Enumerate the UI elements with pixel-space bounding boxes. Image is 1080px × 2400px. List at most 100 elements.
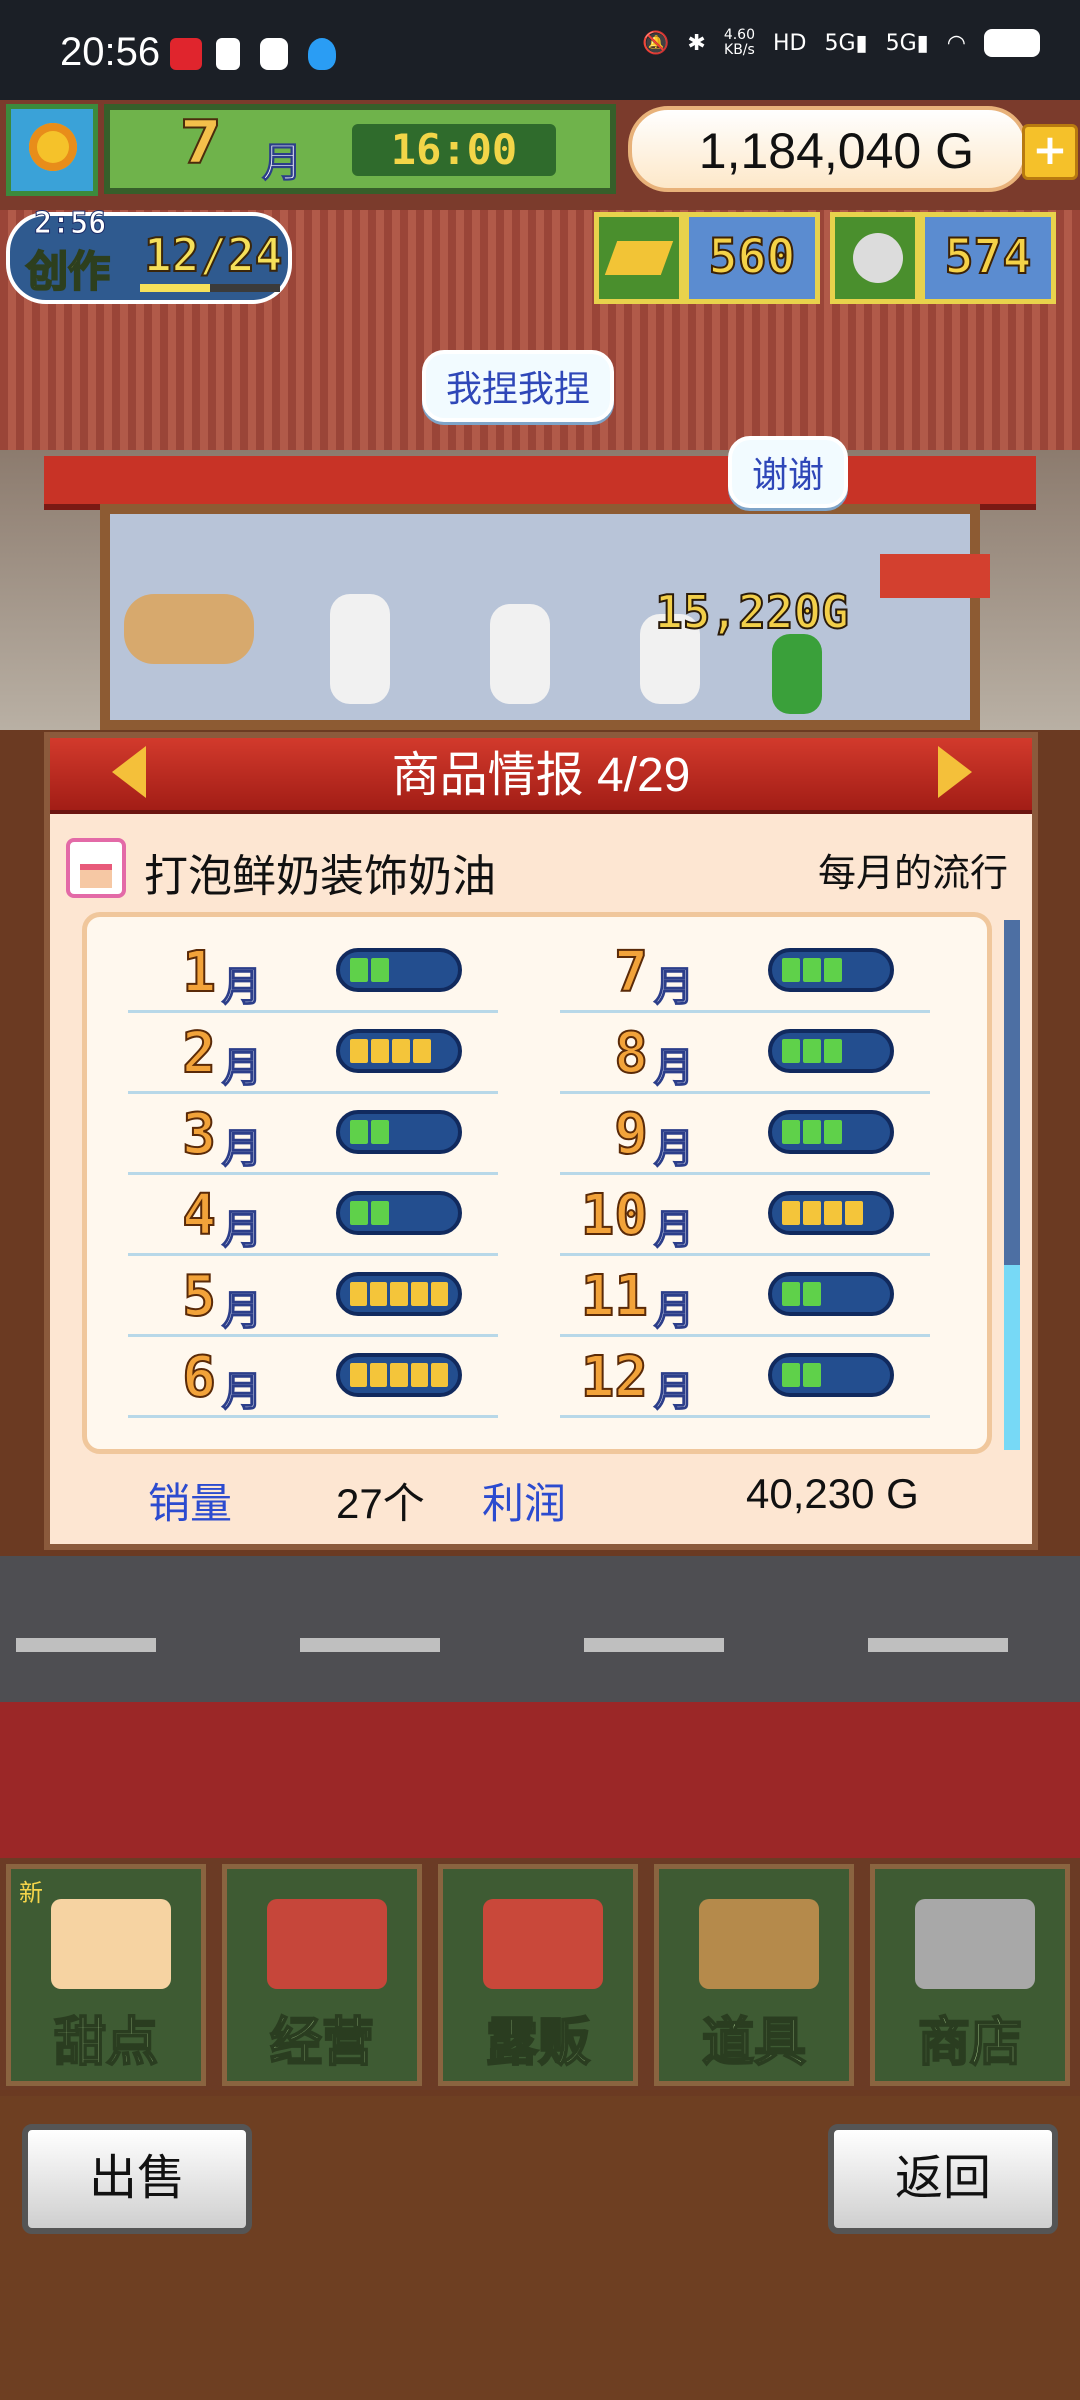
signal-5g-icon: 5G▮ (824, 30, 868, 56)
product-name: 打泡鲜奶装饰奶油 (144, 852, 496, 901)
month-number: 3 (181, 1101, 217, 1168)
current-month: 7 (179, 107, 223, 179)
popularity-segment (410, 1363, 428, 1387)
month-row: 10 月 (528, 1177, 938, 1257)
popularity-bar (768, 1353, 894, 1397)
wifi-icon: ◠ (946, 30, 966, 56)
road-dash (16, 1638, 156, 1652)
add-money-button[interactable]: + (1022, 124, 1078, 180)
back-button[interactable]: 返回 (828, 2124, 1058, 2234)
create-progress-bar (140, 284, 280, 292)
month-unit: 月 (221, 1287, 263, 1335)
month-unit: 月 (262, 140, 303, 187)
road (0, 1556, 1080, 1702)
popularity-segment (370, 1363, 388, 1387)
menu-items[interactable]: 道具 (654, 1864, 854, 2086)
popularity-bar (768, 948, 894, 992)
popularity-segment (350, 958, 368, 982)
popularity-bar (336, 948, 462, 992)
popularity-segment (392, 1039, 410, 1063)
popularity-segment (782, 1201, 800, 1225)
dialog-title: 商品情报 4/29 (391, 749, 691, 802)
popularity-segment (350, 1201, 368, 1225)
speech-bubble-2: 谢谢 (728, 436, 849, 508)
month-unit: 月 (221, 1368, 263, 1416)
popularity-segment (430, 1282, 449, 1306)
month-row: 2月 (96, 1015, 506, 1095)
menu-label: 露贩 (485, 2012, 591, 2074)
sunflower-icon[interactable] (6, 104, 98, 196)
battery-icon (984, 29, 1040, 57)
popularity-bar (768, 1272, 894, 1316)
menu-label: 商店 (917, 2012, 1023, 2074)
cake-menu-icon (51, 1899, 171, 1989)
cake-icon (66, 838, 126, 898)
popularity-segment (782, 1363, 800, 1387)
month-row: 1月 (96, 934, 506, 1014)
month-number: 6 (181, 1344, 217, 1411)
row-divider (560, 1334, 930, 1337)
menu-label: 经营 (269, 2012, 375, 2074)
popularity-segment (803, 1282, 821, 1306)
month-number: 12 (580, 1344, 649, 1411)
month-unit: 月 (653, 1125, 695, 1173)
popularity-bar (768, 1029, 894, 1073)
row-divider (560, 1091, 930, 1094)
popularity-segment (803, 1120, 821, 1144)
new-badge: 新 (19, 1879, 43, 1907)
row-divider (128, 1172, 498, 1175)
popularity-bar (336, 1110, 462, 1154)
medal-count: 574 (920, 212, 1056, 304)
menu-management[interactable]: 经营 (222, 1864, 422, 2086)
red-awning-small (880, 554, 990, 598)
row-divider (560, 1172, 930, 1175)
game-clock: 16:00 (352, 124, 556, 176)
row-divider (128, 1091, 498, 1094)
sell-button[interactable]: 出售 (22, 2124, 252, 2234)
medal-icon (830, 212, 920, 304)
chef-character-2 (490, 604, 550, 704)
row-divider (128, 1334, 498, 1337)
sales-label: 销量 (148, 1480, 233, 1527)
popularity-segment (370, 1282, 388, 1306)
popularity-segment (824, 1039, 842, 1063)
month-unit: 月 (221, 963, 263, 1011)
create-timer: 2:56 (33, 206, 107, 242)
popularity-segment (350, 1363, 368, 1387)
month-row: 3月 (96, 1096, 506, 1176)
menu-food-truck[interactable]: 露贩 (438, 1864, 638, 2086)
popularity-segment (803, 1363, 821, 1387)
next-arrow-icon[interactable] (938, 746, 972, 798)
qq-icon (308, 38, 336, 70)
month-unit: 月 (653, 1287, 695, 1335)
money-display: 1,184,040 G (628, 106, 1028, 192)
row-divider (128, 1253, 498, 1256)
scrollbar-thumb[interactable] (1004, 1265, 1020, 1450)
popularity-segment (350, 1039, 368, 1063)
menu-label: 道具 (701, 2012, 807, 2074)
road-dash (300, 1638, 440, 1652)
popularity-bar (768, 1110, 894, 1154)
popularity-segment (803, 1201, 821, 1225)
row-divider (128, 1010, 498, 1013)
menu-store[interactable]: 商店 (870, 1864, 1070, 2086)
create-progress: 12/24 (143, 227, 283, 283)
month-number: 11 (580, 1263, 649, 1330)
popularity-segment (350, 1282, 368, 1306)
popularity-segment (371, 1120, 389, 1144)
month-row: 9月 (528, 1096, 938, 1176)
bluetooth-icon: ✱ (687, 30, 706, 56)
popularity-segment (390, 1282, 408, 1306)
month-unit: 月 (653, 1206, 695, 1254)
clipboard-icon (216, 38, 240, 70)
month-row: 4月 (96, 1177, 506, 1257)
shop-awning (44, 456, 1036, 510)
prev-arrow-icon[interactable] (112, 746, 146, 798)
netease-music-icon (170, 38, 202, 70)
menu-dessert[interactable]: 新 甜点 (6, 1864, 206, 2086)
month-row: 7月 (528, 934, 938, 1014)
menu-label: 甜点 (53, 2012, 159, 2074)
month-row: 6月 (96, 1339, 506, 1419)
month-number: 4 (181, 1182, 217, 1249)
popularity-segment (824, 1120, 842, 1144)
